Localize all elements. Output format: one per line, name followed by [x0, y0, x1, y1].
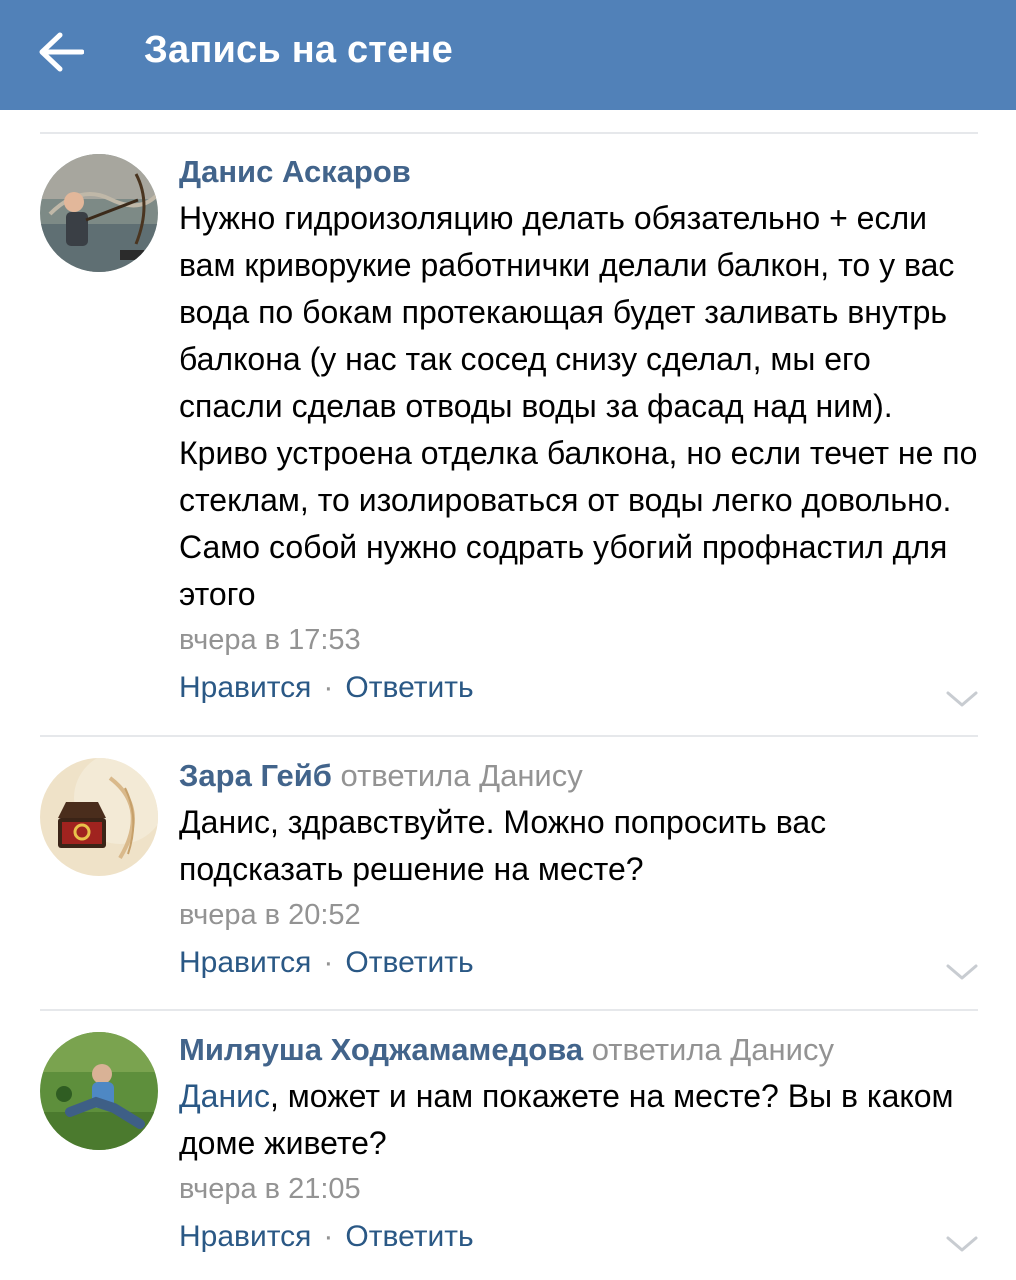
author-name[interactable]: Зара Гейб [179, 758, 332, 793]
reply-button[interactable]: Ответить [345, 671, 473, 704]
divider [40, 735, 978, 737]
replied-to[interactable]: ответила Данису [592, 1032, 834, 1067]
separator-dot: · [323, 671, 334, 704]
divider [40, 1009, 978, 1011]
reply-button[interactable]: Ответить [345, 946, 473, 979]
comment-actions: Нравится · Ответить [179, 1217, 979, 1257]
comment-text: Данис, здравствуйте. Можно попросить вас… [179, 804, 827, 887]
chevron-down-icon[interactable] [944, 688, 980, 710]
arrow-left-icon [39, 32, 84, 72]
author-line: Зара Гейб ответила Данису [179, 756, 979, 796]
comment-time[interactable]: вчера в 20:52 [179, 895, 979, 935]
author-line: Данис Аскаров [179, 152, 979, 192]
avatar[interactable] [40, 1032, 158, 1150]
comment-body: Зара Гейб ответила Данису Данис, здравст… [179, 756, 979, 983]
replied-to[interactable]: ответила Данису [341, 758, 583, 793]
like-button[interactable]: Нравится [179, 1220, 311, 1253]
chevron-down-icon[interactable] [944, 1233, 980, 1255]
comment-time[interactable]: вчера в 17:53 [179, 620, 979, 660]
comment-actions: Нравится · Ответить [179, 668, 979, 708]
avatar[interactable] [40, 154, 158, 272]
comment-text: Данис, может и нам покажете на месте? Вы… [179, 1073, 979, 1167]
mention-link[interactable]: Данис [179, 1078, 270, 1114]
author-name[interactable]: Миляуша Ходжамамедова [179, 1032, 583, 1067]
comment-text-body: , может и нам покажете на месте? Вы в ка… [179, 1078, 954, 1161]
author-line: Миляуша Ходжамамедова ответила Данису [179, 1030, 979, 1070]
comment-body: Миляуша Ходжамамедова ответила Данису Да… [179, 1030, 979, 1257]
avatar[interactable] [40, 758, 158, 876]
divider [40, 132, 978, 134]
chevron-down-icon[interactable] [944, 961, 980, 983]
like-button[interactable]: Нравится [179, 671, 311, 704]
top-bar: Запись на стене [0, 0, 1016, 110]
separator-dot: · [323, 946, 334, 979]
reply-button[interactable]: Ответить [345, 1220, 473, 1253]
page-title: Запись на стене [144, 29, 453, 71]
author-name[interactable]: Данис Аскаров [179, 154, 411, 189]
back-button[interactable] [28, 22, 94, 82]
separator-dot: · [323, 1220, 334, 1253]
comment-text: Нужно гидроизоляцию делать обязательно +… [179, 200, 978, 612]
like-button[interactable]: Нравится [179, 946, 311, 979]
comment-time[interactable]: вчера в 21:05 [179, 1169, 979, 1209]
comment-body: Данис Аскаров Нужно гидроизоляцию делать… [179, 152, 979, 708]
comment-actions: Нравится · Ответить [179, 943, 979, 983]
